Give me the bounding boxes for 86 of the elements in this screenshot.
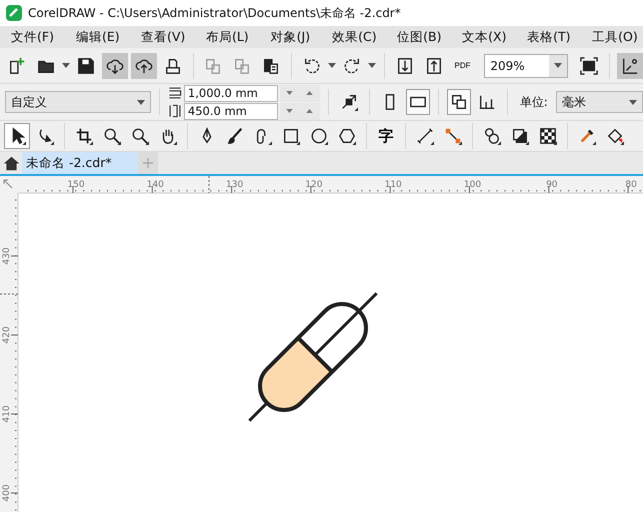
- document-tab[interactable]: 未命名 -2.cdr*: [22, 152, 138, 174]
- ruler-label: 400: [2, 484, 12, 502]
- node-icon: [340, 93, 358, 111]
- height-icon: [168, 104, 182, 118]
- toolbar-button[interactable]: [617, 52, 643, 78]
- drop-shadow-icon: [511, 127, 529, 145]
- menu-item[interactable]: 文本(X): [451, 28, 516, 46]
- hexagon-icon: [338, 127, 356, 145]
- down-caret-icon: [286, 91, 294, 95]
- size-field[interactable]: 450.0 mm: [184, 102, 278, 120]
- menu-item[interactable]: 编辑(E): [64, 28, 130, 46]
- import-icon: [396, 56, 414, 74]
- width-icon: [168, 86, 182, 100]
- unit-dropdown[interactable]: 毫米: [556, 91, 643, 113]
- down-caret-icon: [286, 109, 294, 113]
- blend-circles-icon: [483, 127, 501, 145]
- eyedropper-icon: [578, 127, 596, 145]
- connector-icon: [444, 127, 462, 145]
- up-caret-icon: [306, 91, 314, 95]
- ruler-icon: [621, 56, 640, 74]
- preset-dropdown[interactable]: 自定义: [5, 91, 151, 113]
- document-stack-icon: [204, 56, 222, 74]
- ruler-label: 140: [146, 180, 164, 190]
- ruler-origin-icon: [4, 180, 12, 188]
- home-icon: [2, 154, 20, 172]
- fullscreen-icon: [580, 56, 598, 74]
- menu-item[interactable]: 工具(O): [581, 28, 643, 46]
- menu-item[interactable]: 表格(T): [516, 28, 582, 46]
- ruler-label: 110: [384, 180, 402, 190]
- tool-button[interactable]: 字: [373, 123, 399, 149]
- toolbar-button[interactable]: [130, 52, 157, 78]
- menu-item[interactable]: 查看(V): [130, 28, 195, 46]
- overlapping-squares-icon: [450, 93, 468, 111]
- cloud-download-icon: [106, 56, 124, 74]
- document-stack-icon: [233, 56, 252, 74]
- menu-item[interactable]: 对象(J): [260, 28, 322, 46]
- menu-item[interactable]: 文件(F): [0, 28, 65, 46]
- menu-item[interactable]: 位图(B): [386, 28, 452, 46]
- fill-bucket-icon: [606, 127, 624, 145]
- toolbar-button[interactable]: [446, 89, 471, 115]
- brush-icon: [226, 127, 244, 145]
- crop-icon: [75, 127, 93, 145]
- ruler-label: 120: [305, 180, 322, 190]
- toolbar-button[interactable]: [102, 52, 128, 78]
- caret-icon: [554, 63, 562, 68]
- ruler-label: 90: [546, 180, 558, 190]
- ellipse-icon: [310, 127, 328, 145]
- ruler-label: 430: [2, 247, 12, 265]
- zoom-field[interactable]: 209%: [484, 54, 568, 78]
- caret-icon: [629, 100, 638, 104]
- spin-button[interactable]: [280, 102, 320, 120]
- ruler-label: 150: [67, 180, 85, 190]
- export-icon: [424, 56, 443, 74]
- ruler-label: 100: [464, 180, 482, 190]
- up-caret-icon: [306, 109, 314, 113]
- bar-chart-icon: [478, 93, 496, 111]
- checkerboard-icon: [539, 127, 557, 145]
- tool-button[interactable]: [4, 123, 30, 149]
- clipboard-icon: [262, 56, 280, 74]
- rectangle-icon: [282, 127, 300, 145]
- zoom-icon: [131, 127, 149, 145]
- zoom-icon: [103, 127, 121, 145]
- plus-icon: [140, 156, 155, 170]
- ruler-label: 130: [226, 180, 244, 190]
- unit-label: 单位:: [520, 94, 548, 110]
- printer-icon: [164, 56, 182, 74]
- menu-item[interactable]: 布局(L): [194, 28, 260, 46]
- caret-icon: [62, 63, 70, 68]
- pdf-button[interactable]: PDF: [450, 52, 476, 78]
- new-document-icon: [8, 56, 26, 74]
- window-title: CorelDRAW - C:\Users\Administrator\Documents\未命名 -2.cdr*: [28, 4, 401, 22]
- menu-item[interactable]: 效果(C): [321, 28, 386, 46]
- redo-icon: [343, 56, 362, 74]
- toolbar-button[interactable]: [406, 89, 430, 115]
- undo-icon: [302, 56, 321, 74]
- ruler-label: 80: [625, 180, 637, 190]
- caret-icon: [368, 63, 376, 68]
- app-logo-icon: [6, 5, 22, 21]
- caret-icon: [328, 63, 336, 68]
- ruler-label: 420: [2, 326, 12, 344]
- caret-icon: [136, 100, 145, 104]
- dimension-line-icon: [416, 127, 434, 145]
- cloud-upload-icon: [134, 56, 153, 74]
- ruler-label: 410: [2, 405, 12, 423]
- spin-button[interactable]: [280, 84, 320, 102]
- size-field[interactable]: 1,000.0 mm: [184, 84, 278, 102]
